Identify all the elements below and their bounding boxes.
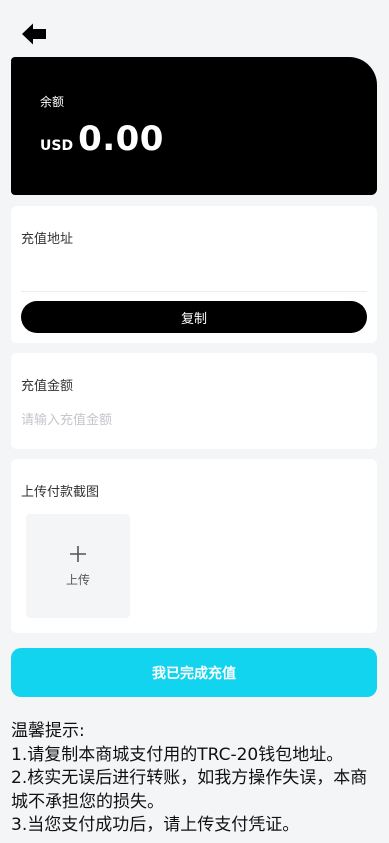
deposit-amount-input[interactable] (21, 409, 361, 431)
balance-amount: 0.00 (78, 119, 164, 159)
upload-screenshot-title: 上传付款截图 (21, 485, 100, 500)
upload-label: 上传 (65, 572, 90, 587)
tip-line: 1.请复制本商城支付用的TRC-20钱包地址。 (11, 744, 344, 765)
deposit-address-card: 充值地址 复制 (11, 206, 377, 343)
top-bar (0, 0, 389, 56)
deposit-amount-title: 充值金额 (21, 379, 74, 394)
confirm-deposit-button[interactable]: 我已完成充值 (11, 648, 377, 697)
plus-icon (70, 545, 86, 562)
deposit-address-title: 充值地址 (21, 232, 74, 247)
copy-button[interactable]: 复制 (21, 301, 367, 333)
balance-card: 余额 USD 0.00 (11, 57, 377, 195)
deposit-address-value (21, 254, 367, 284)
balance-row: USD 0.00 (40, 119, 164, 159)
currency-code: USD (40, 138, 74, 154)
upload-screenshot-card: 上传付款截图 上传 (11, 459, 377, 633)
tip-line: 2.核实无误后进行转账，如我方操作失误，本商城不承担您的损失。 (11, 768, 368, 812)
tips-section: 温馨提示: 1.请复制本商城支付用的TRC-20钱包地址。 2.核实无误后进行转… (11, 720, 381, 838)
divider (21, 291, 367, 292)
back-button[interactable] (20, 21, 48, 47)
deposit-amount-card: 充值金额 (11, 353, 377, 449)
upload-button[interactable]: 上传 (26, 514, 130, 618)
balance-label: 余额 (40, 95, 65, 109)
tips-heading: 温馨提示: (11, 721, 85, 741)
back-arrow-icon (22, 23, 46, 45)
tip-line: 3.当您支付成功后，请上传支付凭证。 (11, 815, 300, 835)
